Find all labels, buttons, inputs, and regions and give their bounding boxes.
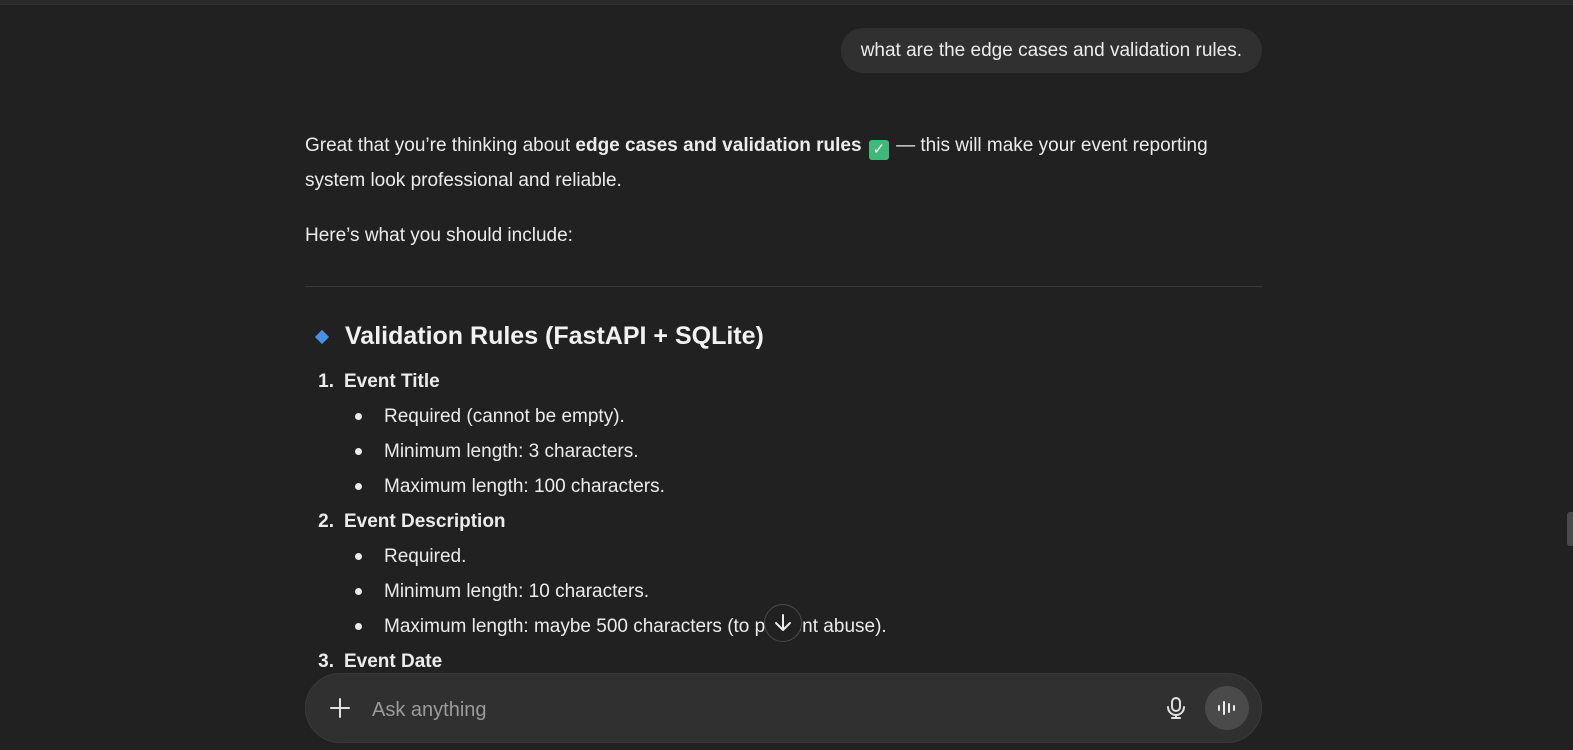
scroll-to-bottom-button[interactable] [764,604,802,642]
bullet-item: Maximum length: 100 characters. [305,469,1262,504]
list-item: 1. Event Title [305,364,1262,399]
intro-bold-text: edge cases and validation rules [575,135,862,156]
arrow-down-icon [775,614,791,631]
bullet-text: Required (cannot be empty). [384,405,625,427]
bullet-icon [355,448,362,455]
section-heading: Validation Rules (FastAPI + SQLite) [314,322,764,351]
section-heading-text: Validation Rules (FastAPI + SQLite) [345,322,764,350]
bullet-icon [355,483,362,490]
list-number: 2. [318,510,334,532]
list-item-title: Event Title [344,370,440,392]
list-item-title: Event Description [344,510,506,532]
bullet-item: Minimum length: 3 characters. [305,434,1262,469]
list-number: 1. [318,370,334,392]
diamond-icon [314,329,330,344]
bullet-text: Minimum length: 3 characters. [384,440,639,462]
check-mark-icon: ✓ [868,140,889,160]
bullet-item: Required (cannot be empty). [305,399,1262,434]
plus-icon[interactable] [326,694,354,722]
bullet-text: Required. [384,545,467,567]
answer-intro: Great that you’re thinking about edge ca… [305,128,1262,198]
prompt-input[interactable] [370,692,1134,728]
section-divider [305,286,1262,287]
user-message-text: what are the edge cases and validation r… [860,39,1242,61]
list-item: 2. Event Description [305,504,1262,539]
scrollbar-thumb[interactable] [1567,512,1573,546]
bullet-icon [355,413,362,420]
answer-lead: Here’s what you should include: [305,225,573,246]
assistant-answer: Great that you’re thinking about edge ca… [305,128,1262,253]
window-top-border [0,0,1573,5]
intro-text-line2: system look professional and reliable. [305,170,622,191]
list-number: 3. [318,650,334,672]
bullet-icon [355,588,362,595]
voice-mode-button[interactable] [1205,686,1249,730]
bullet-text: Minimum length: 10 characters. [384,580,650,602]
intro-text: Great that you’re thinking about [305,135,576,156]
user-message-bubble: what are the edge cases and validation r… [840,28,1262,73]
bullet-icon [355,553,362,560]
intro-text-cont: — this will make your event reporting [890,135,1208,156]
composer [305,673,1262,743]
microphone-icon[interactable] [1164,696,1188,720]
bullet-text: Maximum length: 100 characters. [384,475,665,497]
bullet-icon [355,623,362,630]
list-item-title: Event Date [344,650,443,672]
voice-mode-icon [1218,701,1235,715]
bullet-text: Maximum length: maybe 500 characters (to… [384,615,887,637]
bullet-item: Required. [305,539,1262,574]
